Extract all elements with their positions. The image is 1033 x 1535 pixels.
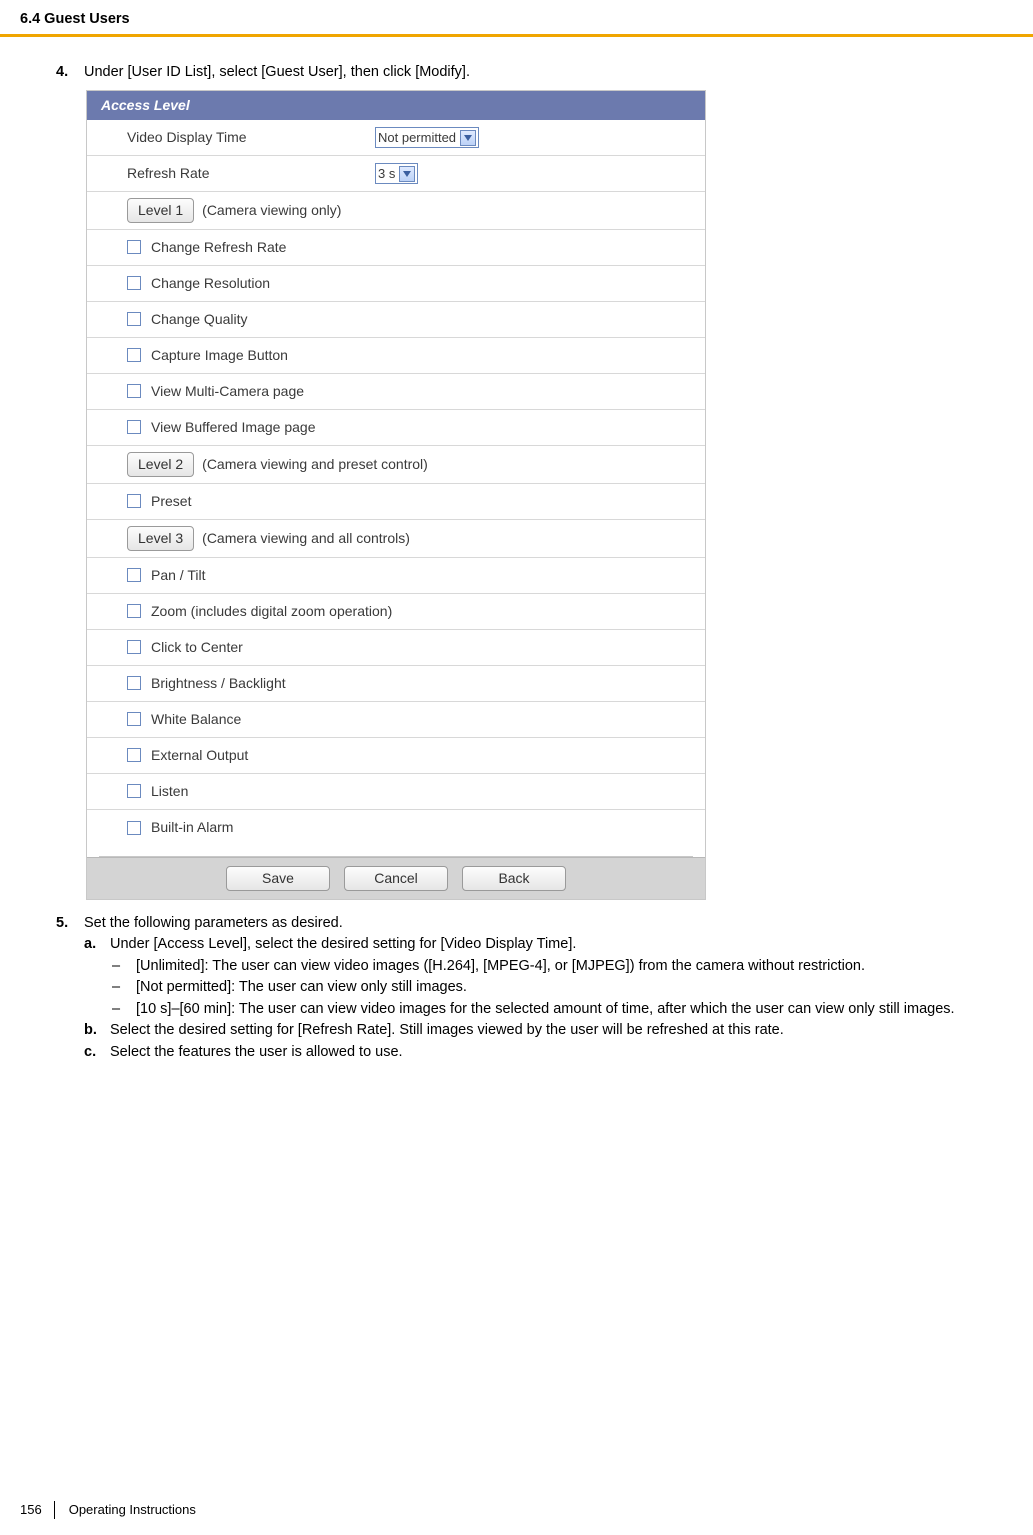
level1-row: Level 1 (Camera viewing only) bbox=[87, 192, 705, 230]
change-refresh-row[interactable]: Change Refresh Rate bbox=[87, 230, 705, 266]
cancel-button[interactable]: Cancel bbox=[344, 866, 448, 891]
page-footer: 156 Operating Instructions bbox=[20, 1501, 196, 1519]
multi-camera-row[interactable]: View Multi-Camera page bbox=[87, 374, 705, 410]
dash-bullet: – bbox=[110, 1000, 136, 1020]
video-display-select[interactable]: Not permitted bbox=[375, 127, 479, 149]
multi-camera-label: View Multi-Camera page bbox=[151, 382, 304, 401]
substep-c: c. Select the features the user is allow… bbox=[84, 1043, 1005, 1063]
white-balance-row[interactable]: White Balance bbox=[87, 702, 705, 738]
substep-text: Select the desired setting for [Refresh … bbox=[110, 1021, 1005, 1041]
external-output-label: External Output bbox=[151, 746, 248, 765]
capture-image-row[interactable]: Capture Image Button bbox=[87, 338, 705, 374]
change-resolution-label: Change Resolution bbox=[151, 274, 270, 293]
checkbox-icon[interactable] bbox=[127, 640, 141, 654]
level1-desc: (Camera viewing only) bbox=[202, 201, 341, 220]
level3-row: Level 3 (Camera viewing and all controls… bbox=[87, 520, 705, 558]
checkbox-icon[interactable] bbox=[127, 821, 141, 835]
substep-number: b. bbox=[84, 1021, 110, 1041]
change-refresh-label: Change Refresh Rate bbox=[151, 238, 286, 257]
step-text: Under [User ID List], select [Guest User… bbox=[84, 63, 1005, 83]
checkbox-icon[interactable] bbox=[127, 604, 141, 618]
dash-bullet: – bbox=[110, 978, 136, 998]
checkbox-icon[interactable] bbox=[127, 676, 141, 690]
level2-row: Level 2 (Camera viewing and preset contr… bbox=[87, 446, 705, 484]
doc-title: Operating Instructions bbox=[69, 1501, 196, 1519]
panel-footer: Save Cancel Back bbox=[87, 857, 705, 899]
video-display-value: Not permitted bbox=[378, 129, 456, 147]
dash-text: [10 s]–[60 min]: The user can view video… bbox=[136, 1000, 1005, 1020]
dash-text: [Unlimited]: The user can view video ima… bbox=[136, 957, 1005, 977]
substep-number: c. bbox=[84, 1043, 110, 1063]
listen-row[interactable]: Listen bbox=[87, 774, 705, 810]
level2-button[interactable]: Level 2 bbox=[127, 452, 194, 477]
level3-desc: (Camera viewing and all controls) bbox=[202, 529, 410, 548]
preset-label: Preset bbox=[151, 492, 191, 511]
save-button[interactable]: Save bbox=[226, 866, 330, 891]
dash-item: – [Unlimited]: The user can view video i… bbox=[110, 957, 1005, 977]
checkbox-icon[interactable] bbox=[127, 748, 141, 762]
change-quality-label: Change Quality bbox=[151, 310, 248, 329]
step-5: 5. Set the following parameters as desir… bbox=[56, 914, 1005, 1063]
checkbox-icon[interactable] bbox=[127, 384, 141, 398]
click-center-label: Click to Center bbox=[151, 638, 243, 657]
checkbox-icon[interactable] bbox=[127, 784, 141, 798]
alarm-label: Built-in Alarm bbox=[151, 818, 233, 837]
checkbox-icon[interactable] bbox=[127, 240, 141, 254]
zoom-row[interactable]: Zoom (includes digital zoom operation) bbox=[87, 594, 705, 630]
pan-tilt-row[interactable]: Pan / Tilt bbox=[87, 558, 705, 594]
zoom-label: Zoom (includes digital zoom operation) bbox=[151, 602, 392, 621]
checkbox-icon[interactable] bbox=[127, 348, 141, 362]
dash-item: – [Not permitted]: The user can view onl… bbox=[110, 978, 1005, 998]
listen-label: Listen bbox=[151, 782, 188, 801]
step-4: 4. Under [User ID List], select [Guest U… bbox=[56, 63, 1005, 83]
chevron-down-icon bbox=[399, 166, 415, 182]
substep-text: Select the features the user is allowed … bbox=[110, 1043, 1005, 1063]
level1-button[interactable]: Level 1 bbox=[127, 198, 194, 223]
pan-tilt-label: Pan / Tilt bbox=[151, 566, 205, 585]
dash-item: – [10 s]–[60 min]: The user can view vid… bbox=[110, 1000, 1005, 1020]
step-number: 4. bbox=[56, 63, 84, 83]
white-balance-label: White Balance bbox=[151, 710, 241, 729]
chevron-down-icon bbox=[460, 130, 476, 146]
capture-image-label: Capture Image Button bbox=[151, 346, 288, 365]
checkbox-icon[interactable] bbox=[127, 420, 141, 434]
step-text: Set the following parameters as desired. bbox=[84, 914, 1005, 934]
buffered-image-label: View Buffered Image page bbox=[151, 418, 316, 437]
buffered-image-row[interactable]: View Buffered Image page bbox=[87, 410, 705, 446]
substep-a: a. Under [Access Level], select the desi… bbox=[84, 935, 1005, 1019]
section-header: 6.4 Guest Users bbox=[0, 0, 1033, 34]
checkbox-icon[interactable] bbox=[127, 494, 141, 508]
preset-row[interactable]: Preset bbox=[87, 484, 705, 520]
change-quality-row[interactable]: Change Quality bbox=[87, 302, 705, 338]
substep-text: Under [Access Level], select the desired… bbox=[110, 935, 1005, 955]
checkbox-icon[interactable] bbox=[127, 276, 141, 290]
substep-number: a. bbox=[84, 935, 110, 1019]
checkbox-icon[interactable] bbox=[127, 712, 141, 726]
back-button[interactable]: Back bbox=[462, 866, 566, 891]
video-display-row: Video Display Time Not permitted bbox=[87, 120, 705, 156]
brightness-row[interactable]: Brightness / Backlight bbox=[87, 666, 705, 702]
brightness-label: Brightness / Backlight bbox=[151, 674, 286, 693]
page-number: 156 bbox=[20, 1501, 55, 1519]
refresh-rate-select[interactable]: 3 s bbox=[375, 163, 418, 185]
step-number: 5. bbox=[56, 914, 84, 1063]
header-rule bbox=[0, 34, 1033, 37]
alarm-row[interactable]: Built-in Alarm bbox=[87, 810, 705, 846]
dash-bullet: – bbox=[110, 957, 136, 977]
refresh-rate-label: Refresh Rate bbox=[127, 164, 375, 183]
checkbox-icon[interactable] bbox=[127, 312, 141, 326]
substep-b: b. Select the desired setting for [Refre… bbox=[84, 1021, 1005, 1041]
level3-button[interactable]: Level 3 bbox=[127, 526, 194, 551]
video-display-label: Video Display Time bbox=[127, 128, 375, 147]
change-resolution-row[interactable]: Change Resolution bbox=[87, 266, 705, 302]
access-level-panel: Access Level Video Display Time Not perm… bbox=[86, 90, 706, 899]
level2-desc: (Camera viewing and preset control) bbox=[202, 455, 428, 474]
refresh-rate-value: 3 s bbox=[378, 165, 395, 183]
dash-text: [Not permitted]: The user can view only … bbox=[136, 978, 1005, 998]
external-output-row[interactable]: External Output bbox=[87, 738, 705, 774]
panel-title: Access Level bbox=[87, 91, 705, 120]
click-center-row[interactable]: Click to Center bbox=[87, 630, 705, 666]
checkbox-icon[interactable] bbox=[127, 568, 141, 582]
refresh-rate-row: Refresh Rate 3 s bbox=[87, 156, 705, 192]
